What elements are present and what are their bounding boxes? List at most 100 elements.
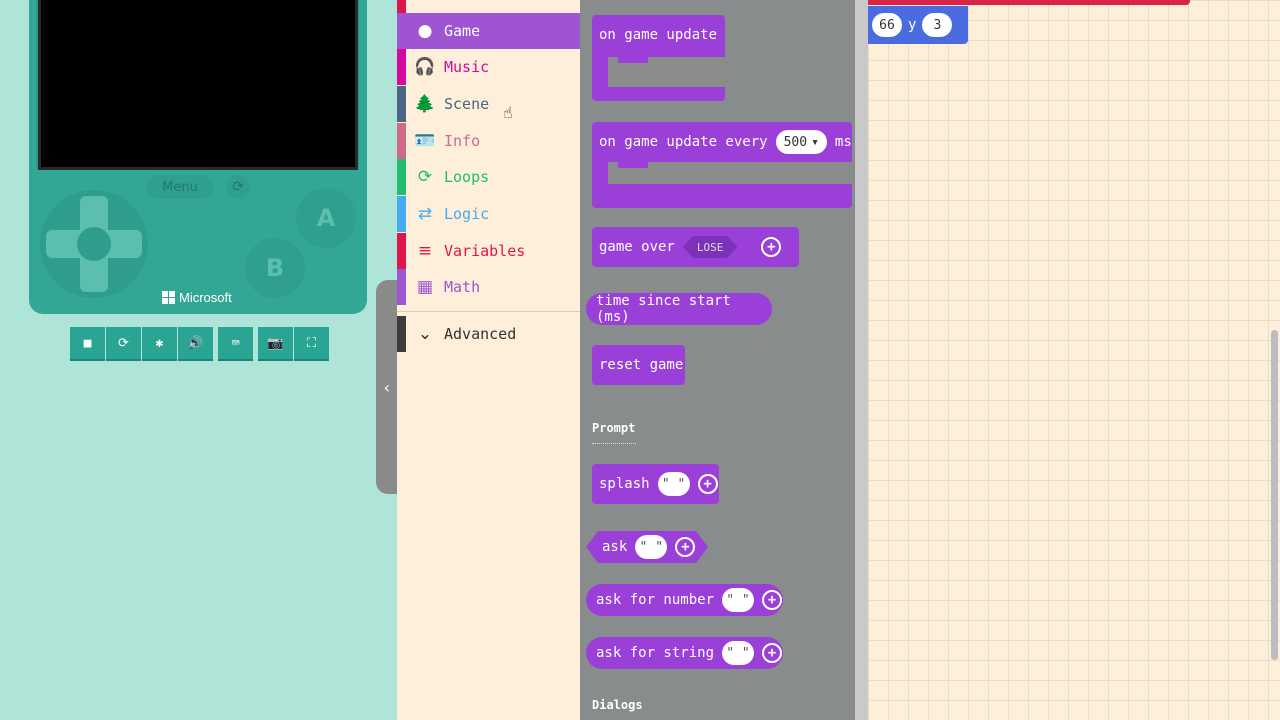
y-value-input[interactable]: 3: [922, 13, 953, 37]
ask-for-string-block[interactable]: ask for string " " +: [586, 637, 783, 669]
simulator-toolbar: ■ ⟳ ✱ 🔊 ⌨ 📷 ⛶: [70, 327, 329, 361]
dpad[interactable]: [40, 190, 148, 298]
fullscreen-icon: ⛶: [306, 335, 317, 351]
stop-icon: ■: [83, 335, 92, 351]
category-stripe: [397, 123, 406, 159]
position-block[interactable]: 66 y 3: [868, 6, 968, 44]
restart-icon: ⟳: [118, 335, 129, 351]
workspace-scrollbar[interactable]: [1271, 330, 1278, 660]
expand-plus-icon[interactable]: +: [697, 474, 718, 494]
category-label: Loops: [444, 168, 490, 186]
dpad-center: [77, 227, 111, 261]
hand-cursor-icon: ☝: [503, 103, 513, 122]
block-label: game over: [599, 239, 675, 255]
category-variables[interactable]: ≡ Variables: [397, 233, 580, 269]
category-info[interactable]: 🪪 Info: [397, 123, 580, 159]
category-logic[interactable]: ⇄ Logic: [397, 196, 580, 232]
time-since-start-block[interactable]: time since start (ms): [586, 293, 772, 325]
category-stripe: [397, 49, 406, 85]
category-label: Variables: [444, 242, 526, 260]
brand-logo: Microsoft: [162, 290, 232, 305]
debug-button[interactable]: ✱: [142, 327, 177, 361]
section-label-dialogs: Dialogs: [592, 698, 643, 712]
block-notch: [618, 162, 648, 168]
block-label: on game update every: [599, 134, 768, 150]
tree-icon: 🌲: [414, 94, 436, 114]
section-underline: [592, 443, 636, 444]
workspace-block-red[interactable]: [868, 0, 1190, 5]
on-game-update-every-block[interactable]: on game update every 500 ▾ ms: [592, 122, 852, 208]
block-label: splash: [599, 476, 650, 492]
reset-icon[interactable]: ⟳: [226, 175, 250, 199]
category-math[interactable]: ▦ Math: [397, 269, 580, 305]
y-label: y: [908, 17, 917, 33]
category-music[interactable]: 🎧 Music: [397, 49, 580, 85]
flyout-scrollbar[interactable]: [855, 0, 868, 720]
category-game[interactable]: ● Game: [397, 13, 580, 49]
block-label: ask for string: [596, 645, 715, 661]
microsoft-logo-icon: [162, 291, 175, 304]
unit-label: ms: [834, 134, 852, 150]
block-label: ask for number: [596, 592, 715, 608]
block-label: ask: [602, 539, 628, 555]
string-input[interactable]: " ": [635, 535, 667, 559]
id-card-icon: 🪪: [414, 131, 436, 151]
sound-icon: 🔊: [187, 335, 204, 351]
category-label: Scene: [444, 95, 490, 113]
reset-game-block[interactable]: reset game: [592, 345, 685, 385]
block-flyout: on game update on game update every 500 ▾…: [580, 0, 855, 720]
category-stripe: [397, 86, 406, 122]
restart-button[interactable]: ⟳: [106, 327, 141, 361]
fullscreen-button[interactable]: ⛶: [294, 327, 329, 361]
headphones-icon: 🎧: [414, 57, 436, 77]
expand-plus-icon[interactable]: +: [762, 643, 783, 663]
category-label: Info: [444, 132, 481, 150]
string-input[interactable]: " ": [657, 472, 690, 496]
shuffle-icon: ⇄: [417, 204, 433, 224]
loop-icon: ⟳: [417, 167, 433, 187]
circle-icon: ●: [417, 21, 433, 41]
debug-icon: ✱: [155, 335, 164, 351]
x-value-input[interactable]: 66: [872, 13, 902, 37]
string-input[interactable]: " ": [722, 588, 755, 612]
block-label: on game update: [599, 27, 718, 43]
sound-button[interactable]: 🔊: [178, 327, 213, 361]
stop-button[interactable]: ■: [70, 327, 105, 361]
collapse-simulator-button[interactable]: ‹: [376, 280, 398, 494]
category-toolbox: ● Game 🎧 Music 🌲 Scene 🪪 Info ⟳ Loops ⇄ Logic ≡ Varia…: [397, 0, 580, 720]
keyboard-button[interactable]: ⌨: [218, 327, 253, 361]
splash-block[interactable]: splash " " +: [592, 464, 719, 504]
category-label: Logic: [444, 205, 490, 223]
category-stripe: [397, 269, 406, 305]
brand-text: Microsoft: [179, 290, 232, 305]
code-workspace[interactable]: [868, 0, 1280, 720]
category-loops[interactable]: ⟳ Loops: [397, 159, 580, 195]
category-divider: [397, 311, 580, 312]
category-label: Music: [444, 58, 490, 76]
on-game-update-block[interactable]: on game update: [592, 15, 725, 101]
game-over-block[interactable]: game over LOSE +: [592, 227, 799, 267]
category-stripe: [397, 159, 406, 195]
ask-for-number-block[interactable]: ask for number " " +: [586, 584, 783, 616]
string-input[interactable]: " ": [722, 641, 755, 665]
keyboard-icon: ⌨: [231, 335, 240, 351]
category-stripe: [397, 316, 406, 352]
screenshot-button[interactable]: 📷: [258, 327, 293, 361]
expand-plus-icon[interactable]: +: [762, 590, 783, 610]
category-label: Math: [444, 278, 481, 296]
expand-plus-icon[interactable]: +: [675, 537, 695, 557]
interval-dropdown[interactable]: 500 ▾: [775, 130, 827, 154]
block-notch: [618, 57, 648, 63]
lose-dropdown[interactable]: LOSE: [683, 236, 738, 258]
section-label-prompt: Prompt: [592, 421, 636, 435]
category-advanced[interactable]: ⌄ Advanced: [397, 316, 580, 352]
category-stripe: [397, 196, 406, 232]
a-button[interactable]: A: [296, 188, 356, 248]
menu-button[interactable]: Menu: [147, 175, 213, 199]
ask-block[interactable]: ask " " +: [586, 531, 708, 563]
category-scene[interactable]: 🌲 Scene: [397, 86, 580, 122]
simulator-panel: Menu ⟳ A B Microsoft ■ ⟳ ✱ 🔊 ⌨ 📷 ⛶ ‹: [0, 0, 398, 720]
game-screen[interactable]: [38, 0, 358, 170]
b-button[interactable]: B: [245, 238, 305, 298]
expand-plus-icon[interactable]: +: [761, 237, 782, 257]
